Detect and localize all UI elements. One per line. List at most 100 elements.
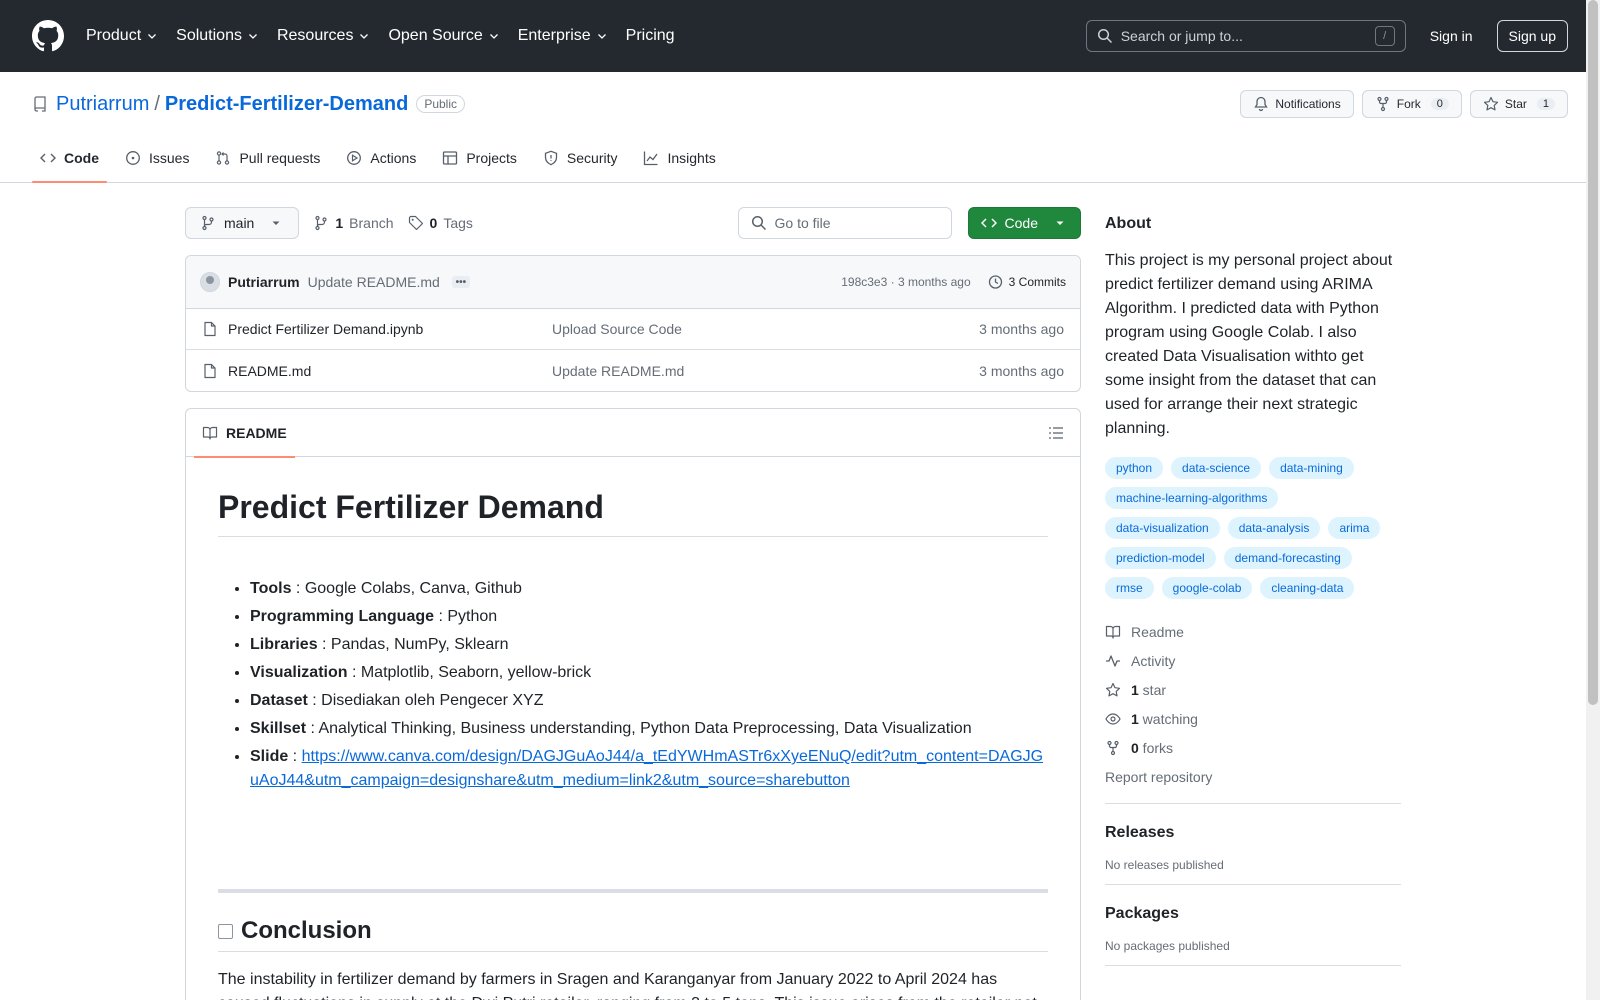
list-item-value: : Python [434,608,498,625]
commit-hash-time[interactable]: 198c3e3 · 3 months ago [841,275,970,289]
topic-tag[interactable]: data-science [1171,457,1262,479]
chevron-down-icon [148,34,157,39]
nav-product[interactable]: Product [86,27,158,45]
go-to-file-input[interactable]: Go to file [737,207,952,239]
github-logo-icon[interactable] [32,20,64,52]
issue-opened-icon [126,151,140,165]
global-nav: Product Solutions Resources Open Source … [86,27,693,45]
file-name-link[interactable]: Predict Fertilizer Demand.ipynb [228,321,552,337]
topic-tag[interactable]: data-analysis [1227,517,1321,539]
nav-solutions[interactable]: Solutions [176,27,259,45]
nav-open-source[interactable]: Open Source [388,27,499,45]
tab-projects[interactable]: Projects [434,134,525,182]
notifications-button[interactable]: Notifications [1240,90,1354,118]
watchers-link[interactable]: 1 watching [1105,704,1401,733]
nav-resources-label: Resources [276,27,354,44]
sidebar-divider [1105,965,1401,966]
triangle-down-icon [1056,221,1064,225]
forks-text: 0 forks [1131,740,1173,756]
tab-actions-label: Actions [370,150,417,166]
repo-name-link[interactable]: Predict-Fertilizer-Demand [165,93,408,116]
topic-tag[interactable]: cleaning-data [1260,577,1355,599]
tab-security[interactable]: Security [535,134,626,182]
readme-tab[interactable]: README [194,409,295,458]
stars-count: 1 [1131,681,1139,698]
conclusion-title: Conclusion [241,917,372,944]
file-commit-message[interactable]: Update README.md [552,363,979,379]
table-icon [443,151,458,165]
topic-tag[interactable]: data-visualization [1105,517,1220,539]
branch-icon [315,215,327,231]
tab-actions[interactable]: Actions [338,134,424,182]
branch-selector[interactable]: main [185,207,300,239]
tab-insights[interactable]: Insights [635,134,723,182]
list-unordered-icon[interactable] [1048,425,1064,441]
list-item-key: Slide [250,748,289,765]
star-button[interactable]: Star 1 [1469,90,1568,118]
file-commit-message[interactable]: Upload Source Code [552,321,979,337]
fork-count: 0 [1430,98,1449,110]
commit-message-link[interactable]: Update README.md [308,274,440,290]
fork-button[interactable]: Fork 0 [1361,90,1462,118]
file-name-link[interactable]: README.md [228,363,552,379]
tag-count: 0 [429,215,438,231]
commit-details-toggle[interactable]: ••• [451,276,470,288]
watching-label: watching [1138,710,1198,727]
list-item-key: Libraries [250,636,318,653]
branches-link[interactable]: 1 Branch [313,215,394,231]
report-repository-link[interactable]: Report repository [1105,762,1401,791]
branch-name: main [224,215,255,231]
tag-label: Tags [443,215,473,231]
topic-tag[interactable]: google-colab [1161,577,1253,599]
sign-in-link[interactable]: Sign in [1430,28,1473,44]
list-item: Dataset : Disediakan oleh Pengecer XYZ [250,689,1048,713]
packages-heading[interactable]: Packages [1105,905,1401,923]
repo-owner-link[interactable]: Putriarrum [56,93,149,116]
code-dropdown-button[interactable]: Code [967,207,1081,239]
topic-tag[interactable]: python [1105,457,1164,479]
readme-link[interactable]: Readme [1105,617,1401,646]
repo-path-separator: / [154,92,160,115]
nav-resources[interactable]: Resources [277,27,370,45]
topic-tag[interactable]: prediction-model [1105,547,1216,569]
tab-insights-label: Insights [667,150,716,166]
tab-issues[interactable]: Issues [117,134,197,182]
tab-code[interactable]: Code [32,134,107,183]
list-item: Tools : Google Colabs, Canva, Github [250,577,1048,601]
topic-tag[interactable]: rmse [1105,577,1154,599]
slide-link[interactable]: https://www.canva.com/design/DAGJGuAoJ44… [250,748,1043,789]
forks-link[interactable]: 0 forks [1105,733,1401,762]
topic-tag[interactable]: arima [1328,517,1381,539]
nav-pricing[interactable]: Pricing [626,27,675,45]
tags-link[interactable]: 0 Tags [408,215,473,231]
branch-icon [202,215,214,231]
stars-link[interactable]: 1 star [1105,675,1401,704]
nav-enterprise[interactable]: Enterprise [518,27,608,45]
nav-pricing-label: Pricing [625,27,675,44]
file-row[interactable]: README.md Update README.md 3 months ago [186,350,1080,391]
releases-heading[interactable]: Releases [1105,824,1401,842]
tab-pull-requests[interactable]: Pull requests [207,134,328,182]
about-heading: About [1105,215,1152,232]
readme-link-label: Readme [1131,623,1184,640]
activity-link[interactable]: Activity [1105,646,1401,675]
stars-text: 1 star [1131,682,1166,698]
file-row[interactable]: Predict Fertilizer Demand.ipynb Upload S… [186,309,1080,350]
commit-author-link[interactable]: Putriarrum [228,274,300,290]
page-scrollbar[interactable] [1586,0,1600,1000]
topic-tag[interactable]: demand-forecasting [1223,547,1352,569]
code-icon [980,218,997,228]
topic-tag[interactable]: machine-learning-algorithms [1105,487,1279,509]
file-commit-time: 3 months ago [979,362,1064,379]
commits-history-link[interactable]: 3 Commits [987,274,1066,290]
triangle-down-icon [272,221,280,225]
readme-content: Predict Fertilizer Demand Tools : Google… [186,457,1080,1000]
file-commit-time: 3 months ago [979,321,1064,337]
topic-tag[interactable]: data-mining [1269,457,1354,479]
book-icon [1105,625,1121,639]
avatar[interactable] [200,272,220,292]
search-input[interactable]: Search or jump to... / [1085,20,1406,52]
scrollbar-thumb[interactable] [1588,0,1598,705]
sign-up-button[interactable]: Sign up [1496,20,1568,52]
list-item: Skillset : Analytical Thinking, Business… [250,717,1048,741]
